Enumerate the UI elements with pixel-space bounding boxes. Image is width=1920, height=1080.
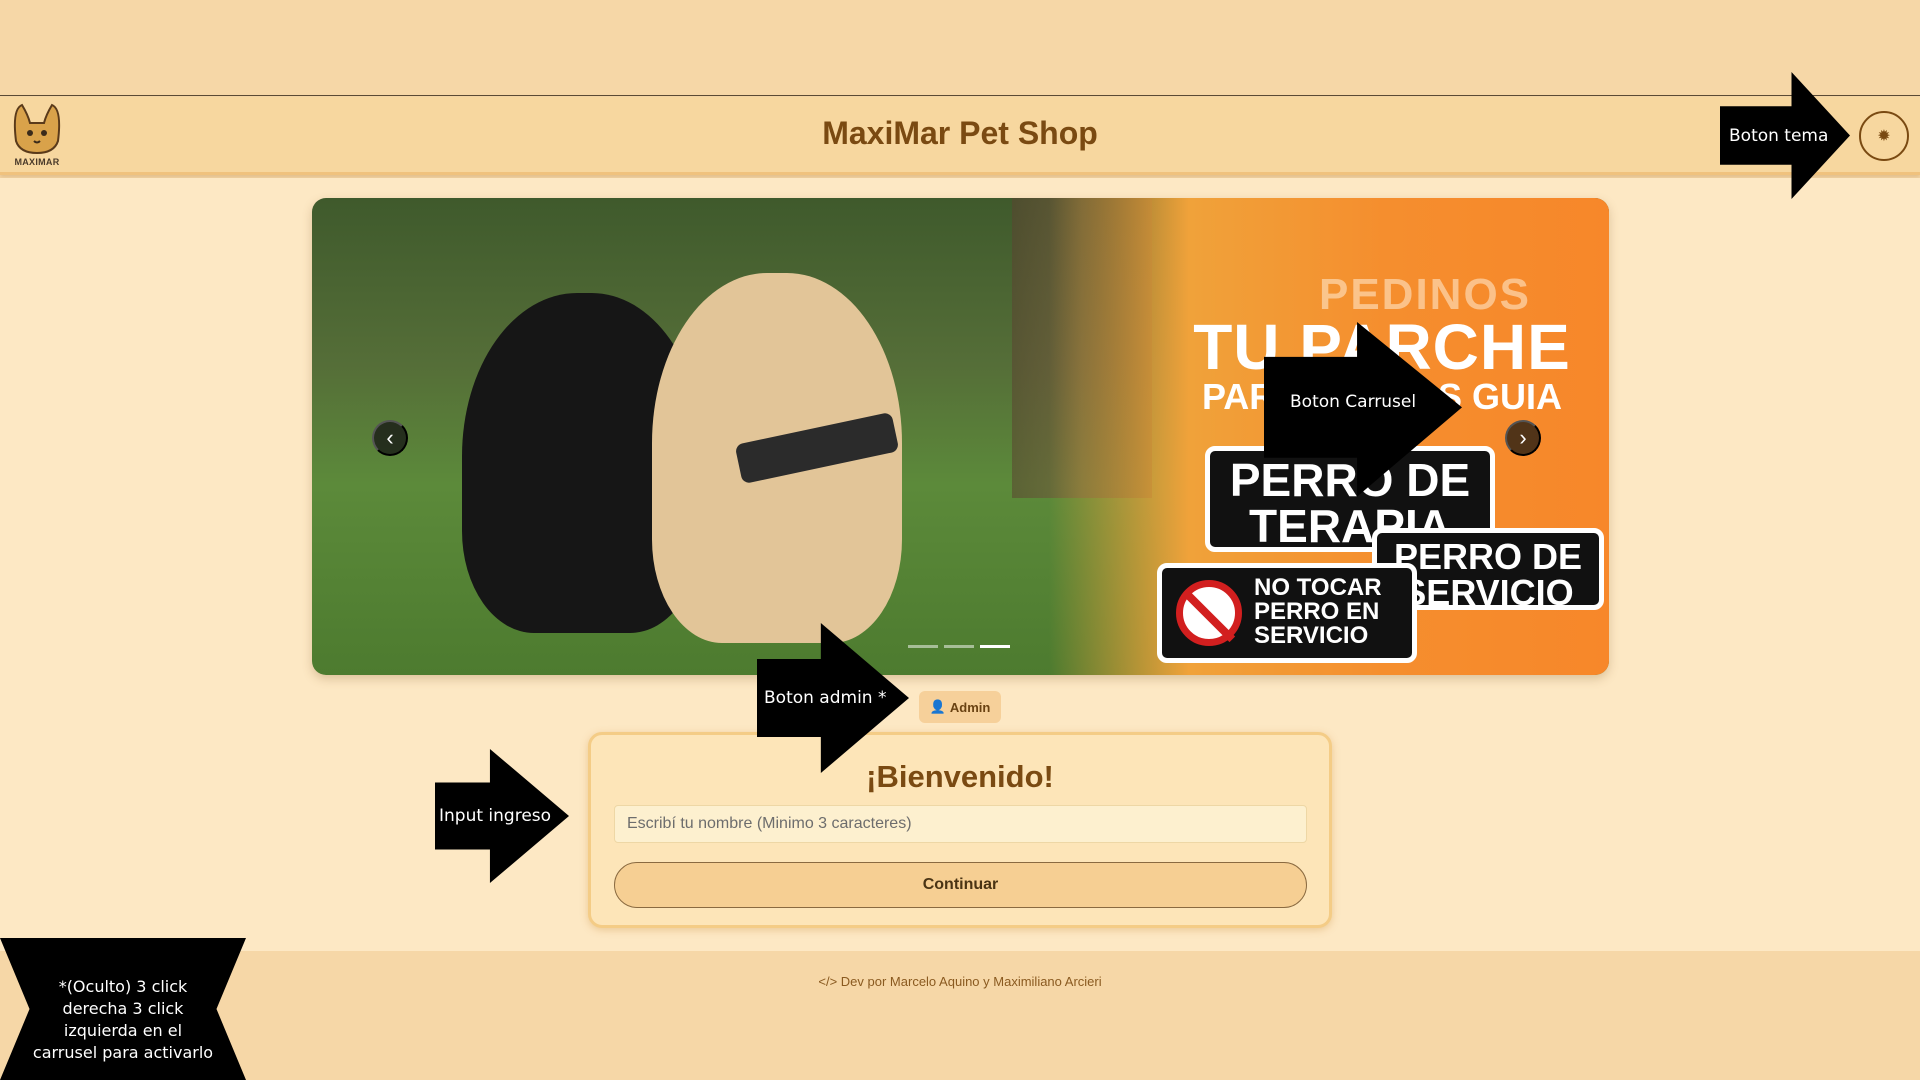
sun-icon: ✹ — [1877, 128, 1891, 145]
annotation-label: Input ingreso — [439, 806, 552, 826]
page-title: MaxiMar Pet Shop — [822, 115, 1098, 151]
footer-text: Dev por Marcelo Aquino y Maximiliano Arc… — [840, 974, 1102, 989]
main-content: PEDINOS TU PARCHE PARA PERROS GUIA PERRO… — [0, 178, 1920, 951]
theme-toggle-button[interactable]: ✹ — [1859, 111, 1909, 161]
code-icon: </> — [818, 974, 838, 989]
patch-no-tocar-text: NO TOCAR PERRO EN SERVICIO — [1254, 574, 1382, 649]
top-band — [0, 0, 1920, 96]
no-touch-icon — [1176, 580, 1242, 646]
logo-text: MAXIMAR — [14, 157, 60, 167]
carousel-indicator[interactable] — [944, 645, 974, 648]
admin-button[interactable]: 👤 Admin — [919, 691, 1001, 723]
carousel-next-button[interactable]: › — [1505, 420, 1541, 456]
user-gear-icon: 👤 — [929, 699, 946, 714]
carousel-indicators — [908, 645, 1018, 649]
annotation-label: Boton tema — [1729, 125, 1829, 146]
annotation-hidden-admin-note: *(Oculto) 3 click derecha 3 click izquie… — [0, 938, 246, 1080]
carousel-prev-button[interactable]: ‹ — [372, 420, 408, 456]
carousel-indicator-active[interactable] — [980, 645, 1010, 648]
navbar: MAXIMAR MaxiMar Pet Shop ✹ — [0, 97, 1920, 175]
welcome-card: ¡Bienvenido! Continuar — [588, 732, 1332, 928]
welcome-title: ¡Bienvenido! — [866, 759, 1054, 794]
admin-button-label: Admin — [949, 699, 991, 715]
annotation-label: Boton Carrusel — [1290, 392, 1417, 412]
footer: </> Dev por Marcelo Aquino y Maximiliano… — [0, 951, 1920, 1080]
annotation-label: Boton admin * — [764, 688, 887, 708]
patch-no-tocar: NO TOCAR PERRO EN SERVICIO — [1157, 563, 1417, 663]
continue-button[interactable]: Continuar — [614, 862, 1307, 908]
name-input[interactable] — [614, 805, 1307, 843]
chevron-right-icon: › — [1519, 425, 1527, 450]
footer-credits: </> Dev por Marcelo Aquino y Maximiliano… — [0, 974, 1920, 989]
carousel-indicator[interactable] — [908, 645, 938, 648]
chevron-left-icon: ‹ — [386, 425, 394, 450]
